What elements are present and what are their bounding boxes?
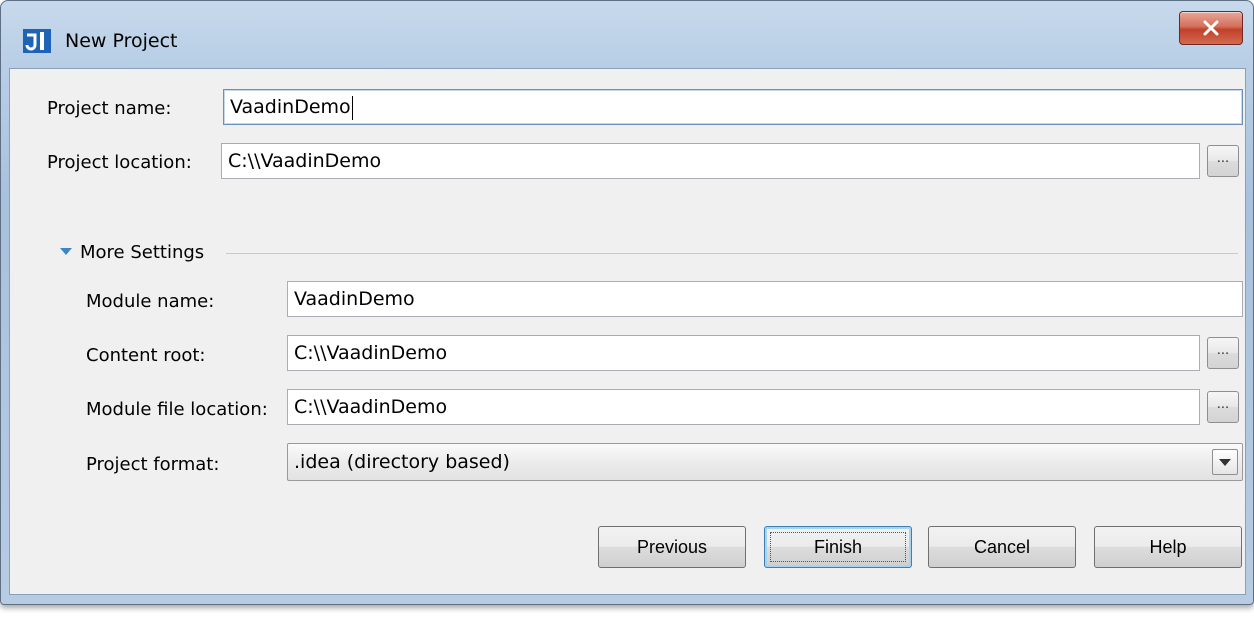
module-file-location-input[interactable]: C:\\VaadinDemo xyxy=(287,389,1200,425)
content-root-input[interactable]: C:\\VaadinDemo xyxy=(287,335,1200,371)
finish-button[interactable]: Finish xyxy=(764,526,912,568)
close-button[interactable] xyxy=(1179,11,1243,45)
previous-button[interactable]: Previous xyxy=(598,526,746,568)
project-location-label: Project location: xyxy=(47,152,192,173)
section-divider xyxy=(226,253,1238,254)
window-title: New Project xyxy=(65,30,178,52)
chevron-down-icon[interactable] xyxy=(1212,449,1238,475)
module-file-location-browse-button[interactable]: ... xyxy=(1207,391,1239,423)
project-location-browse-button[interactable]: ... xyxy=(1207,145,1239,177)
dialog-content: Project name: VaadinDemo Project locatio… xyxy=(9,68,1246,595)
module-name-label: Module name: xyxy=(86,291,215,312)
project-name-input[interactable]: VaadinDemo xyxy=(223,89,1243,125)
module-file-location-label: Module file location: xyxy=(86,399,268,420)
project-format-select[interactable]: .idea (directory based) xyxy=(287,443,1243,481)
close-icon xyxy=(1203,20,1219,36)
more-settings-header: More Settings xyxy=(80,242,205,263)
module-name-input[interactable]: VaadinDemo xyxy=(287,281,1243,317)
cancel-button[interactable]: Cancel xyxy=(928,526,1076,568)
content-root-browse-button[interactable]: ... xyxy=(1207,337,1239,369)
content-root-label: Content root: xyxy=(86,345,206,366)
project-name-label: Project name: xyxy=(47,98,172,119)
project-location-input[interactable]: C:\\VaadinDemo xyxy=(221,143,1200,179)
intellij-app-icon xyxy=(23,29,51,53)
new-project-dialog: New Project Project name: VaadinDemo Pro… xyxy=(0,0,1254,605)
more-settings-toggle[interactable]: More Settings xyxy=(60,241,204,265)
text-caret xyxy=(351,95,353,120)
title-bar[interactable]: New Project xyxy=(1,1,1253,75)
focus-rectangle xyxy=(770,532,906,562)
help-button[interactable]: Help xyxy=(1094,526,1242,568)
project-name-value: VaadinDemo xyxy=(230,96,351,118)
expand-triangle-icon xyxy=(60,247,72,255)
project-format-value: .idea (directory based) xyxy=(294,451,510,473)
project-format-label: Project format: xyxy=(86,454,220,475)
